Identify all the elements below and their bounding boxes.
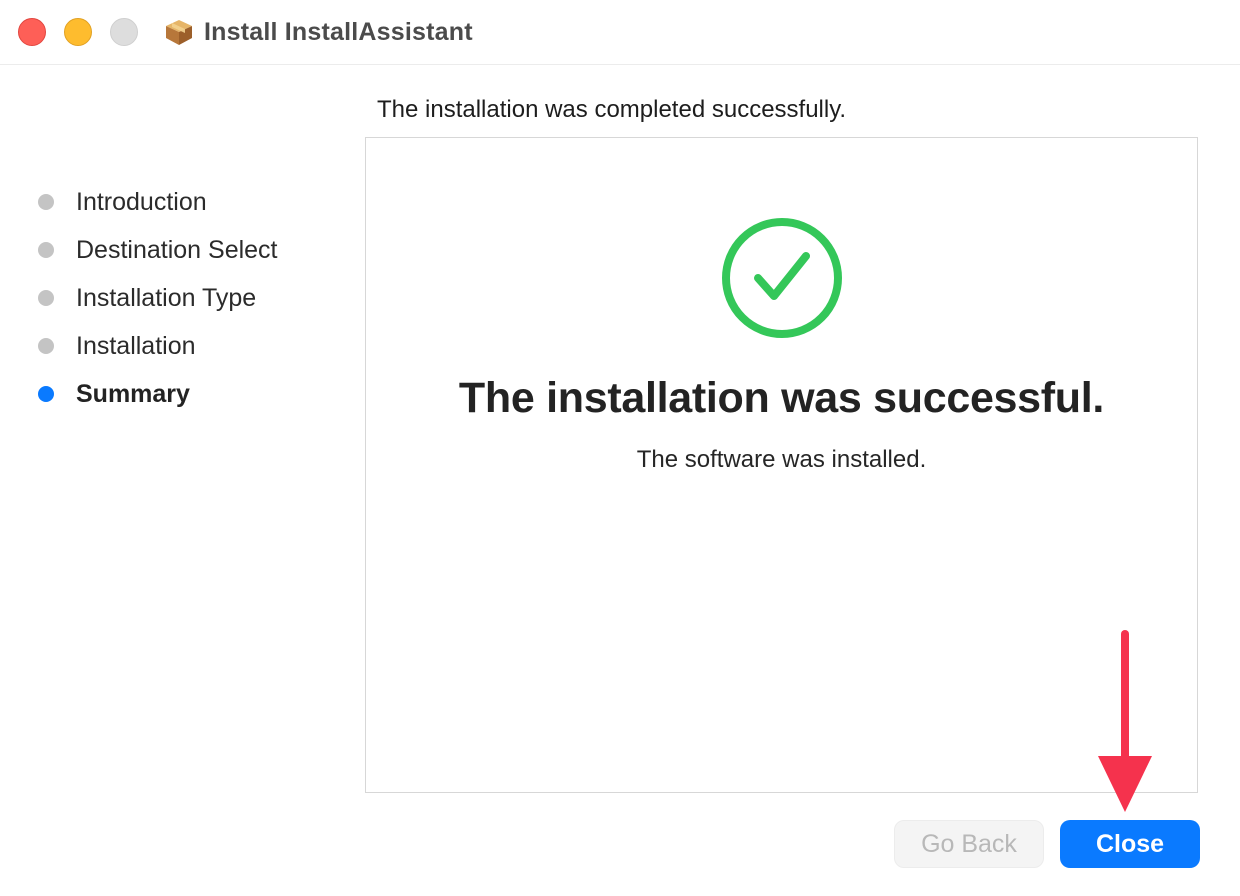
- installer-steps-sidebar: Introduction Destination Select Installa…: [38, 178, 348, 418]
- step-dot-icon: [38, 338, 54, 354]
- go-back-button: Go Back: [894, 820, 1044, 868]
- installer-window: Install InstallAssistant The installatio…: [0, 0, 1240, 896]
- minimize-window-button[interactable]: [64, 18, 92, 46]
- step-dot-icon: [38, 242, 54, 258]
- step-header: The installation was completed successfu…: [377, 96, 847, 123]
- window-title: Install InstallAssistant: [204, 17, 473, 46]
- summary-content-panel: The installation was successful. The sof…: [365, 137, 1198, 793]
- step-dot-icon: [38, 290, 54, 306]
- sidebar-step-destination-select: Destination Select: [38, 226, 348, 274]
- package-icon: [166, 20, 192, 45]
- sidebar-step-label: Summary: [76, 379, 190, 408]
- step-dot-icon: [38, 194, 54, 210]
- annotation-arrow-icon: [1098, 630, 1152, 812]
- close-button[interactable]: Close: [1060, 820, 1200, 868]
- sidebar-step-label: Introduction: [76, 187, 207, 216]
- success-title: The installation was successful.: [458, 374, 1105, 422]
- sidebar-step-introduction: Introduction: [38, 178, 348, 226]
- window-title-group: Install InstallAssistant: [164, 16, 473, 48]
- sidebar-step-installation-type: Installation Type: [38, 274, 348, 322]
- sidebar-step-label: Installation Type: [76, 283, 257, 312]
- sidebar-step-installation: Installation: [38, 322, 348, 370]
- active-step-dot-icon: [38, 386, 54, 402]
- success-message: The software was installed.: [636, 446, 927, 473]
- zoom-window-button[interactable]: [110, 18, 138, 46]
- success-checkmark-icon: [722, 218, 842, 338]
- sidebar-step-label: Installation: [76, 331, 196, 360]
- close-window-button[interactable]: [18, 18, 46, 46]
- title-bar: Install InstallAssistant: [0, 0, 1240, 65]
- sidebar-step-label: Destination Select: [76, 235, 278, 264]
- sidebar-step-summary: Summary: [38, 370, 348, 418]
